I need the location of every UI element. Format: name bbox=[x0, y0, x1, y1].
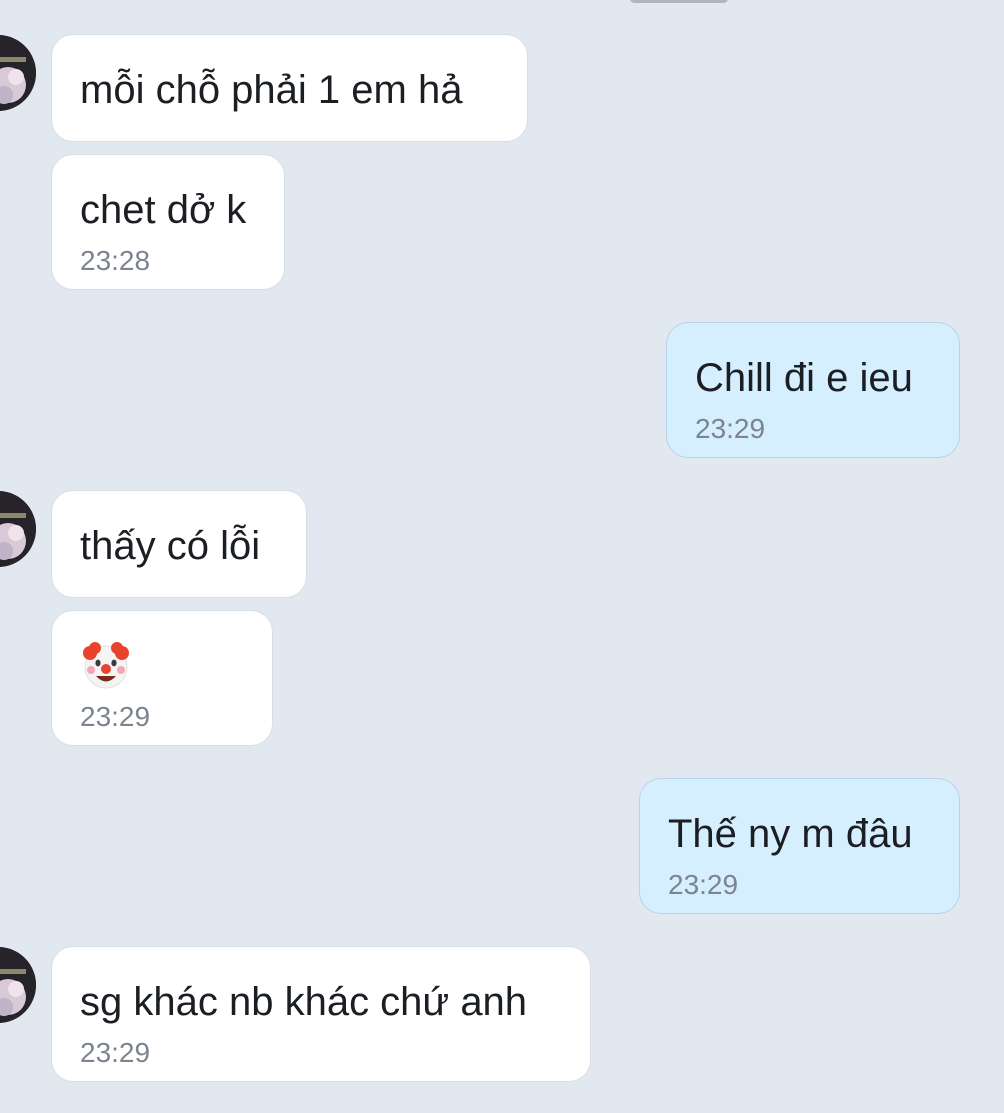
message-text: Chill đi e ieu bbox=[695, 356, 913, 400]
message-text: sg khác nb khác chứ anh bbox=[80, 980, 528, 1024]
message-bubble[interactable]: chet dở k 23:28 bbox=[51, 154, 285, 290]
sender-avatar[interactable] bbox=[0, 35, 36, 111]
message-bubble[interactable]: mỗi chỗ phải 1 em hả bbox=[51, 34, 528, 142]
avatar-photo-icon bbox=[0, 35, 36, 111]
message-bubble[interactable]: Chill đi e ieu 23:29 bbox=[666, 322, 960, 458]
message-timestamp: 23:29 bbox=[80, 1037, 151, 1068]
message-text: mỗi chỗ phải 1 em hả bbox=[80, 68, 463, 112]
message-bubble[interactable]: 23:29 bbox=[51, 610, 273, 746]
avatar-photo-icon bbox=[0, 947, 36, 1023]
sender-avatar[interactable] bbox=[0, 491, 36, 567]
message-bubble[interactable]: Thế ny m đâu 23:29 bbox=[639, 778, 960, 914]
scroll-indicator bbox=[630, 0, 728, 3]
message-text: thấy có lỗi bbox=[80, 524, 261, 568]
message-timestamp: 23:29 bbox=[80, 701, 151, 732]
avatar-photo-icon bbox=[0, 491, 36, 567]
sender-avatar[interactable] bbox=[0, 947, 36, 1023]
clown-face-icon bbox=[83, 642, 129, 689]
message-bubble[interactable]: sg khác nb khác chứ anh 23:29 bbox=[51, 946, 591, 1082]
message-text: Thế ny m đâu bbox=[668, 812, 913, 856]
message-timestamp: 23:29 bbox=[695, 413, 766, 444]
message-text: chet dở k bbox=[80, 188, 247, 232]
message-timestamp: 23:28 bbox=[80, 245, 151, 276]
message-timestamp: 23:29 bbox=[668, 869, 739, 900]
message-bubble[interactable]: thấy có lỗi bbox=[51, 490, 307, 598]
